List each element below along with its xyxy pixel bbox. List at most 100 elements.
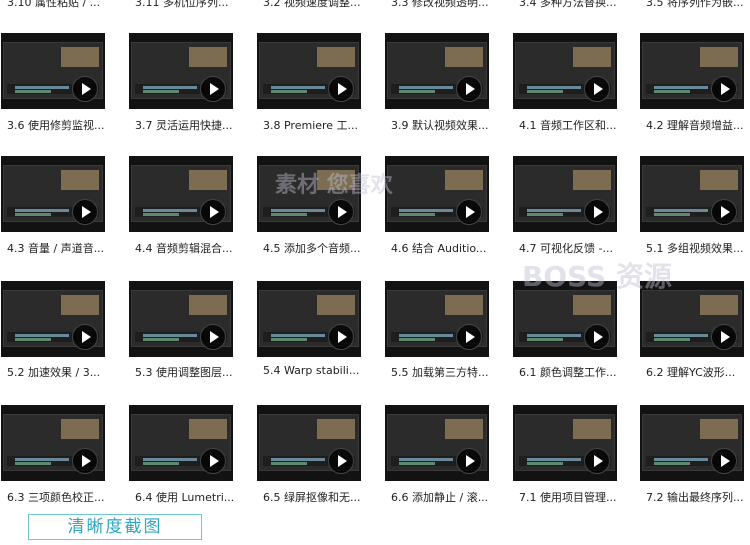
preview-frame [317, 419, 355, 439]
play-icon[interactable] [456, 76, 482, 102]
video-title[interactable]: 7.2 输出最终序列... [646, 489, 750, 505]
video-title[interactable]: 4.6 结合 Auditio... [391, 240, 511, 256]
play-icon[interactable] [328, 448, 354, 474]
timeline-track [527, 90, 563, 93]
video-title[interactable]: 4.1 音频工作区和... [519, 117, 639, 133]
video-thumbnail[interactable] [513, 405, 617, 481]
timeline-track [527, 338, 563, 341]
video-thumbnail[interactable] [1, 405, 105, 481]
preview-frame [317, 47, 355, 67]
play-icon[interactable] [72, 448, 98, 474]
preview-frame [61, 419, 99, 439]
timeline-track [527, 209, 581, 212]
timeline-track [527, 213, 563, 216]
play-icon[interactable] [711, 199, 737, 225]
video-thumbnail[interactable] [640, 156, 744, 232]
video-thumbnail[interactable] [385, 156, 489, 232]
timeline-track [143, 213, 179, 216]
video-thumbnail[interactable] [385, 281, 489, 357]
video-thumbnail[interactable] [129, 281, 233, 357]
play-icon[interactable] [328, 76, 354, 102]
video-thumbnail[interactable] [257, 33, 361, 109]
play-icon[interactable] [72, 324, 98, 350]
play-icon[interactable] [328, 199, 354, 225]
video-title-top[interactable]: 3.11 多机位序列... [135, 0, 255, 10]
video-thumbnail[interactable] [513, 33, 617, 109]
timeline-track [15, 338, 51, 341]
play-icon[interactable] [200, 324, 226, 350]
play-icon[interactable] [72, 76, 98, 102]
video-title[interactable]: 3.6 使用修剪监视... [7, 117, 127, 133]
timeline-track [654, 213, 690, 216]
video-thumbnail[interactable] [1, 33, 105, 109]
video-title-top[interactable]: 3.2 视频速度调整... [263, 0, 383, 10]
video-title-top[interactable]: 3.10 属性粘贴 / ... [7, 0, 127, 10]
play-icon[interactable] [456, 448, 482, 474]
video-title[interactable]: 5.5 加载第三方特... [391, 364, 511, 380]
preview-frame [700, 47, 738, 67]
preview-frame [445, 419, 483, 439]
video-title[interactable]: 6.4 使用 Lumetri... [135, 489, 255, 505]
preview-frame [573, 47, 611, 67]
video-thumbnail[interactable] [129, 33, 233, 109]
play-icon[interactable] [711, 324, 737, 350]
play-icon[interactable] [711, 448, 737, 474]
video-thumbnail[interactable] [257, 281, 361, 357]
video-title[interactable]: 3.7 灵活运用快捷... [135, 117, 255, 133]
play-icon[interactable] [456, 199, 482, 225]
play-icon[interactable] [584, 324, 610, 350]
video-title[interactable]: 5.3 使用调整图层... [135, 364, 255, 380]
timeline-track [271, 90, 307, 93]
video-title[interactable]: 4.5 添加多个音频... [263, 240, 383, 256]
video-title[interactable]: 4.7 可视化反馈 -... [519, 240, 639, 256]
preview-frame [61, 295, 99, 315]
play-icon[interactable] [200, 448, 226, 474]
timeline-track [15, 209, 69, 212]
video-thumbnail[interactable] [257, 405, 361, 481]
video-title[interactable]: 6.6 添加静止 / 滚... [391, 489, 511, 505]
play-icon[interactable] [584, 76, 610, 102]
video-title[interactable]: 6.5 绿屏抠像和无... [263, 489, 383, 505]
play-icon[interactable] [711, 76, 737, 102]
video-title[interactable]: 7.1 使用项目管理... [519, 489, 639, 505]
play-icon[interactable] [328, 324, 354, 350]
play-icon[interactable] [72, 199, 98, 225]
timeline-track [654, 86, 708, 89]
video-title[interactable]: 4.2 理解音频增益... [646, 117, 750, 133]
preview-frame [189, 170, 227, 190]
video-title[interactable]: 5.4 Warp stabili... [263, 364, 383, 377]
play-icon[interactable] [200, 199, 226, 225]
video-thumbnail[interactable] [640, 33, 744, 109]
video-title[interactable]: 3.9 默认视频效果... [391, 117, 511, 133]
video-thumbnail[interactable] [1, 156, 105, 232]
video-title[interactable]: 4.4 音频剪辑混合... [135, 240, 255, 256]
video-thumbnail[interactable] [129, 405, 233, 481]
video-title[interactable]: 5.2 加速效果 / 3... [7, 364, 127, 380]
video-thumbnail[interactable] [385, 33, 489, 109]
video-title[interactable]: 4.3 音量 / 声道音... [7, 240, 127, 256]
video-title[interactable]: 6.1 颜色调整工作... [519, 364, 639, 380]
preview-frame [317, 295, 355, 315]
video-title[interactable]: 6.2 理解YC波形... [646, 364, 750, 380]
video-thumbnail[interactable] [640, 405, 744, 481]
video-title[interactable]: 5.1 多组视频效果... [646, 240, 750, 256]
timeline-track [15, 213, 51, 216]
video-title-top[interactable]: 3.5 将序列作为嵌... [646, 0, 750, 10]
play-icon[interactable] [584, 448, 610, 474]
timeline-track [143, 86, 197, 89]
video-thumbnail[interactable] [1, 281, 105, 357]
video-thumbnail[interactable] [129, 156, 233, 232]
play-icon[interactable] [584, 199, 610, 225]
preview-frame [573, 170, 611, 190]
play-icon[interactable] [456, 324, 482, 350]
play-icon[interactable] [200, 76, 226, 102]
timeline-track [399, 90, 435, 93]
timeline-track [399, 213, 435, 216]
timeline-track [15, 90, 51, 93]
video-title[interactable]: 6.3 三项颜色校正... [7, 489, 127, 505]
video-title-top[interactable]: 3.3 修改视频透明... [391, 0, 511, 10]
video-title[interactable]: 3.8 Premiere 工... [263, 117, 383, 133]
video-title-top[interactable]: 3.4 多种方法替换... [519, 0, 639, 10]
video-thumbnail[interactable] [385, 405, 489, 481]
video-thumbnail[interactable] [513, 156, 617, 232]
